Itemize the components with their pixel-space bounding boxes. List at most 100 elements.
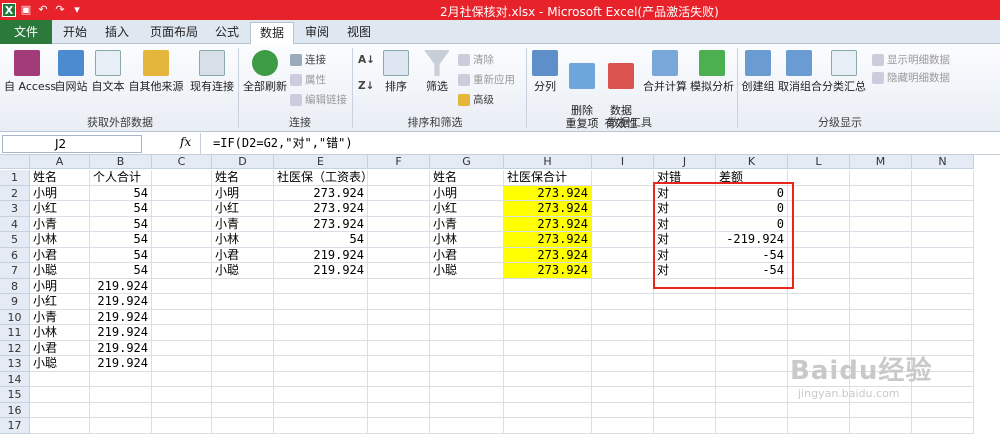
cell-n5[interactable]: [912, 232, 974, 248]
cell-n10[interactable]: [912, 309, 974, 325]
cell-h9[interactable]: [504, 294, 592, 310]
cell-a2[interactable]: 小明: [30, 185, 90, 201]
cell-a5[interactable]: 小林: [30, 232, 90, 248]
cell-l2[interactable]: [788, 185, 850, 201]
cell-m11[interactable]: [850, 325, 912, 341]
cell-e3[interactable]: 273.924: [274, 201, 368, 217]
cell-i7[interactable]: [592, 263, 654, 279]
cell-h10[interactable]: [504, 309, 592, 325]
cell-d8[interactable]: [212, 278, 274, 294]
cell-l8[interactable]: [788, 278, 850, 294]
properties-button[interactable]: 属性: [290, 72, 326, 87]
cell-l3[interactable]: [788, 201, 850, 217]
from-web-button[interactable]: 自网站: [54, 50, 88, 94]
cell-h8[interactable]: [504, 278, 592, 294]
cell-j3[interactable]: 对: [654, 201, 716, 217]
row-header-11[interactable]: 11: [0, 325, 30, 341]
cell-i1[interactable]: [592, 170, 654, 186]
cell-f4[interactable]: [368, 216, 430, 232]
cell-h11[interactable]: [504, 325, 592, 341]
cell-d11[interactable]: [212, 325, 274, 341]
cell-l5[interactable]: [788, 232, 850, 248]
cell-g4[interactable]: 小青: [430, 216, 504, 232]
cell-n7[interactable]: [912, 263, 974, 279]
cell-n9[interactable]: [912, 294, 974, 310]
cell-h12[interactable]: [504, 340, 592, 356]
edit-links-button[interactable]: 编辑链接: [290, 92, 347, 107]
cell-g6[interactable]: 小君: [430, 247, 504, 263]
cell-a17[interactable]: [30, 418, 90, 434]
column-header-h[interactable]: H: [504, 155, 592, 169]
cell-c3[interactable]: [152, 201, 212, 217]
cell-e5[interactable]: 54: [274, 232, 368, 248]
reapply-button[interactable]: 重新应用: [458, 72, 515, 87]
cell-m4[interactable]: [850, 216, 912, 232]
cell-k5[interactable]: -219.924: [716, 232, 788, 248]
column-header-d[interactable]: D: [212, 155, 274, 169]
cell-h3[interactable]: 273.924: [504, 201, 592, 217]
cell-b11[interactable]: 219.924: [90, 325, 152, 341]
cell-d7[interactable]: 小聪: [212, 263, 274, 279]
cell-h1[interactable]: 社医保合计: [504, 170, 592, 186]
cell-h6[interactable]: 273.924: [504, 247, 592, 263]
cell-k2[interactable]: 0: [716, 185, 788, 201]
cell-e16[interactable]: [274, 402, 368, 418]
undo-icon[interactable]: ↶: [36, 3, 50, 17]
cell-k3[interactable]: 0: [716, 201, 788, 217]
cell-k12[interactable]: [716, 340, 788, 356]
cell-j4[interactable]: 对: [654, 216, 716, 232]
cell-k10[interactable]: [716, 309, 788, 325]
cell-i14[interactable]: [592, 371, 654, 387]
cell-m3[interactable]: [850, 201, 912, 217]
cell-c7[interactable]: [152, 263, 212, 279]
cell-b15[interactable]: [90, 387, 152, 403]
cell-e1[interactable]: 社医保（工资表）: [274, 170, 373, 186]
row-header-6[interactable]: 6: [0, 247, 30, 263]
cell-h7[interactable]: 273.924: [504, 263, 592, 279]
row-header-17[interactable]: 17: [0, 418, 30, 434]
cell-j11[interactable]: [654, 325, 716, 341]
cell-j7[interactable]: 对: [654, 263, 716, 279]
cell-j14[interactable]: [654, 371, 716, 387]
cell-b7[interactable]: 54: [90, 263, 152, 279]
row-header-7[interactable]: 7: [0, 263, 30, 279]
cell-k6[interactable]: -54: [716, 247, 788, 263]
cell-f8[interactable]: [368, 278, 430, 294]
refresh-all-button[interactable]: 全部刷新: [242, 50, 288, 94]
cell-j13[interactable]: [654, 356, 716, 372]
cell-b2[interactable]: 54: [90, 185, 152, 201]
column-header-l[interactable]: L: [788, 155, 850, 169]
tab-formulas[interactable]: 公式: [210, 22, 244, 44]
cell-h16[interactable]: [504, 402, 592, 418]
cell-e8[interactable]: [274, 278, 368, 294]
cell-k7[interactable]: -54: [716, 263, 788, 279]
cell-m2[interactable]: [850, 185, 912, 201]
column-header-k[interactable]: K: [716, 155, 788, 169]
cell-e9[interactable]: [274, 294, 368, 310]
cell-c5[interactable]: [152, 232, 212, 248]
cell-k4[interactable]: 0: [716, 216, 788, 232]
cell-f12[interactable]: [368, 340, 430, 356]
cell-h14[interactable]: [504, 371, 592, 387]
cell-h17[interactable]: [504, 418, 592, 434]
cell-d4[interactable]: 小青: [212, 216, 274, 232]
cell-d12[interactable]: [212, 340, 274, 356]
cell-g2[interactable]: 小明: [430, 185, 504, 201]
cell-a3[interactable]: 小红: [30, 201, 90, 217]
cell-m5[interactable]: [850, 232, 912, 248]
cell-n6[interactable]: [912, 247, 974, 263]
cell-b9[interactable]: 219.924: [90, 294, 152, 310]
cell-g16[interactable]: [430, 402, 504, 418]
cell-i17[interactable]: [592, 418, 654, 434]
filter-button[interactable]: 筛选: [420, 50, 454, 94]
cell-j16[interactable]: [654, 402, 716, 418]
cell-b10[interactable]: 219.924: [90, 309, 152, 325]
column-header-f[interactable]: F: [368, 155, 430, 169]
cell-h4[interactable]: 273.924: [504, 216, 592, 232]
cell-k9[interactable]: [716, 294, 788, 310]
cell-k14[interactable]: [716, 371, 788, 387]
sort-button[interactable]: 排序: [382, 50, 410, 94]
cell-k11[interactable]: [716, 325, 788, 341]
clear-filter-button[interactable]: 清除: [458, 52, 494, 67]
row-header-15[interactable]: 15: [0, 387, 30, 403]
